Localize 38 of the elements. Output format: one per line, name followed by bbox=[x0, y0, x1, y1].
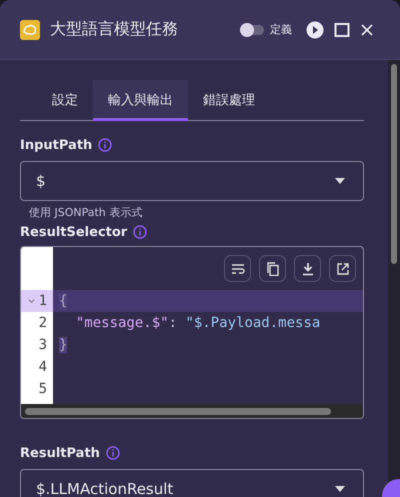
line-number: 2 bbox=[38, 315, 47, 331]
toggle-label: 定義 bbox=[270, 22, 292, 37]
field-label: ResultSelector bbox=[20, 224, 128, 240]
field-label: InputPath bbox=[20, 138, 92, 152]
line-number: 3 bbox=[38, 337, 47, 353]
tab[interactable]: 錯誤處理 bbox=[188, 80, 270, 121]
info-icon[interactable] bbox=[98, 138, 112, 152]
line-number: 4 bbox=[38, 359, 47, 375]
download-icon bbox=[300, 262, 314, 276]
fold-caret-icon[interactable] bbox=[28, 298, 35, 304]
wrap-icon bbox=[230, 262, 244, 276]
copy-button[interactable] bbox=[259, 255, 286, 282]
code-editor[interactable]: 1 { 2 "message.$": "$.Payload.messa 3 } 4 5 bbox=[20, 246, 364, 419]
input-path-field[interactable]: $ bbox=[20, 161, 364, 201]
window-title: 大型語言模型任務 bbox=[50, 19, 178, 40]
open-external-button[interactable] bbox=[329, 255, 356, 282]
definition-toggle[interactable] bbox=[242, 24, 264, 34]
tab[interactable]: 輸入與輸出 bbox=[93, 80, 188, 121]
scrollbar-thumb[interactable] bbox=[391, 64, 397, 264]
wrap-text-button[interactable] bbox=[224, 255, 251, 282]
field-label: ResultPath bbox=[20, 446, 100, 460]
maximize-icon[interactable] bbox=[334, 22, 350, 38]
copy-icon bbox=[266, 262, 280, 276]
download-button[interactable] bbox=[294, 255, 321, 282]
close-icon[interactable] bbox=[360, 22, 374, 36]
line-number: 5 bbox=[38, 381, 47, 397]
info-icon[interactable] bbox=[133, 225, 148, 239]
code-line: "message.$": "$.Payload.messa bbox=[74, 315, 320, 331]
dropdown-caret-icon bbox=[335, 178, 345, 184]
play-icon[interactable] bbox=[306, 20, 324, 38]
line-number: 1 bbox=[38, 293, 47, 309]
external-link-icon bbox=[336, 262, 350, 276]
dropdown-caret-icon bbox=[335, 486, 345, 492]
helper-text: 使用 JSONPath 表示式 bbox=[28, 205, 144, 220]
info-icon[interactable] bbox=[106, 446, 120, 460]
scrollbar-thumb[interactable] bbox=[25, 408, 331, 414]
result-path-field[interactable]: $.LLMActionResult bbox=[20, 469, 364, 497]
tab[interactable]: 設定 bbox=[37, 80, 93, 121]
